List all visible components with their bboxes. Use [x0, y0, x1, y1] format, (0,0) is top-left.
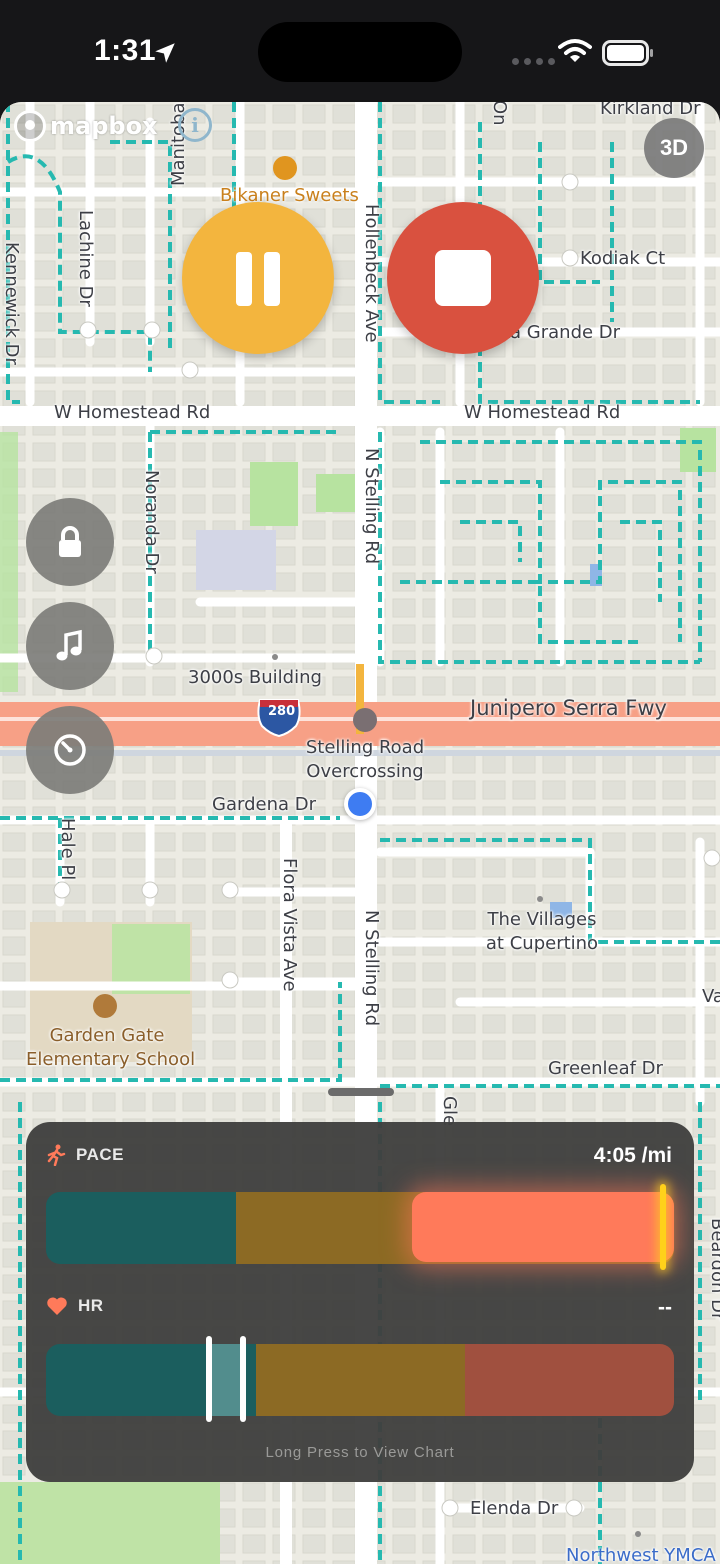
speedometer-button[interactable]: [26, 706, 114, 794]
lock-icon: [59, 526, 81, 557]
poi-label-overcrossing-line1: Stelling Road: [305, 737, 425, 758]
heart-icon: [47, 1297, 67, 1315]
location-arrow-icon: [155, 43, 175, 63]
hr-label: HR: [78, 1296, 104, 1315]
road-label-junipero: Junipero Serra Fwy: [470, 696, 667, 720]
road-label-kennewick: Kennewick Dr: [1, 242, 22, 365]
stop-button[interactable]: [387, 202, 539, 354]
status-time: 1:31: [94, 34, 157, 67]
status-bar: 1:31: [0, 0, 720, 102]
cellular-signal-icon: [512, 58, 555, 65]
wifi-icon: [558, 39, 592, 62]
poi-label-overcrossing: Stelling Road Overcrossing: [300, 736, 430, 784]
road-label-homestead-left: W Homestead Rd: [54, 402, 211, 423]
mapbox-wordmark: mapbox: [50, 112, 158, 140]
pace-value: 4:05 /mi: [593, 1144, 672, 1167]
chart-hint: Long Press to View Chart: [265, 1444, 455, 1461]
hr-zone-2: [256, 1344, 465, 1416]
poi-label-overcrossing-line2: Overcrossing: [306, 761, 424, 782]
pace-zone-3: [412, 1192, 674, 1262]
road-label-flora-vista: Flora Vista Ave: [279, 858, 300, 992]
workout-screen: 1:31 Kirkland Dr Kodiak Ct La Grande Dr …: [0, 0, 720, 1564]
battery-icon: [602, 40, 653, 66]
metrics-panel[interactable]: PACE 4:05 /mi HR -- Long Press to View C…: [26, 1122, 694, 1482]
road-label-va-partial: Va: [702, 986, 720, 1007]
runner-icon: [47, 1144, 66, 1166]
pause-button[interactable]: [182, 202, 334, 354]
road-label-gardena: Gardena Dr: [212, 794, 316, 815]
road-label-beardon: Beardon Dr: [707, 1218, 720, 1321]
road-label-hollenbeck: Hollenbeck Ave: [361, 204, 382, 343]
lock-button[interactable]: [26, 498, 114, 586]
road-label-stelling-north: N Stelling Rd: [361, 448, 382, 565]
hr-header: HR: [46, 1296, 104, 1316]
pace-current-marker: [660, 1184, 666, 1270]
poi-label-villages-line2: at Cupertino: [485, 933, 599, 954]
poi-label-villages-line1: The Villages: [487, 909, 597, 930]
music-button[interactable]: [26, 602, 114, 690]
road-label-kodiak: Kodiak Ct: [580, 248, 666, 269]
road-label-homestead-right: W Homestead Rd: [464, 402, 621, 423]
road-label-elenda: Elenda Dr: [470, 1498, 559, 1519]
user-location-marker: [344, 788, 376, 820]
interstate-number: 280: [268, 704, 296, 719]
hr-value: --: [658, 1296, 672, 1319]
view-3d-toggle[interactable]: 3D: [644, 118, 704, 178]
poi-label-school: Garden Gate Elementary School: [26, 1024, 196, 1072]
stop-icon: [435, 250, 491, 306]
poi-label-ymca: Northwest YMCA: [566, 1545, 716, 1564]
sheet-drag-handle[interactable]: [328, 1088, 394, 1096]
mapbox-logo-icon: [14, 110, 46, 142]
mapbox-logo[interactable]: mapbox: [14, 110, 158, 142]
hr-target-range: [210, 1344, 244, 1416]
poi-label-school-line1: Garden Gate: [49, 1025, 165, 1046]
poi-label-3000s-building: 3000s Building: [188, 667, 322, 688]
road-label-hale: Hale Pl: [57, 818, 78, 881]
map-view[interactable]: Kirkland Dr Kodiak Ct La Grande Dr W Hom…: [0, 102, 720, 1564]
pace-label: PACE: [76, 1145, 124, 1164]
pause-icon-bar: [264, 252, 280, 306]
dynamic-island: [258, 22, 462, 82]
pace-zone-1: [46, 1192, 236, 1264]
hr-range-max-marker: [240, 1336, 246, 1422]
poi-label-villages: The Villages at Cupertino: [482, 908, 602, 956]
road-label-stelling-south: N Stelling Rd: [361, 910, 382, 1027]
hr-zone-3: [465, 1344, 674, 1416]
hr-range-min-marker: [206, 1336, 212, 1422]
road-label-noranda: Noranda Dr: [141, 470, 162, 574]
poi-label-school-line2: Elementary School: [26, 1049, 196, 1070]
road-label-lachine: Lachine Dr: [75, 210, 96, 307]
pace-zone-2: [236, 1192, 412, 1264]
gauge-icon: [54, 734, 86, 766]
road-label-greenleaf: Greenleaf Dr: [548, 1058, 663, 1079]
pace-header: PACE: [46, 1144, 124, 1166]
pause-icon: [236, 252, 252, 306]
road-label-on-partial: On: [489, 102, 510, 126]
hr-zone-bar: [46, 1344, 674, 1416]
music-note-icon: [56, 629, 82, 661]
road-label-kirkland: Kirkland Dr: [600, 102, 701, 119]
info-icon[interactable]: i: [178, 108, 212, 142]
